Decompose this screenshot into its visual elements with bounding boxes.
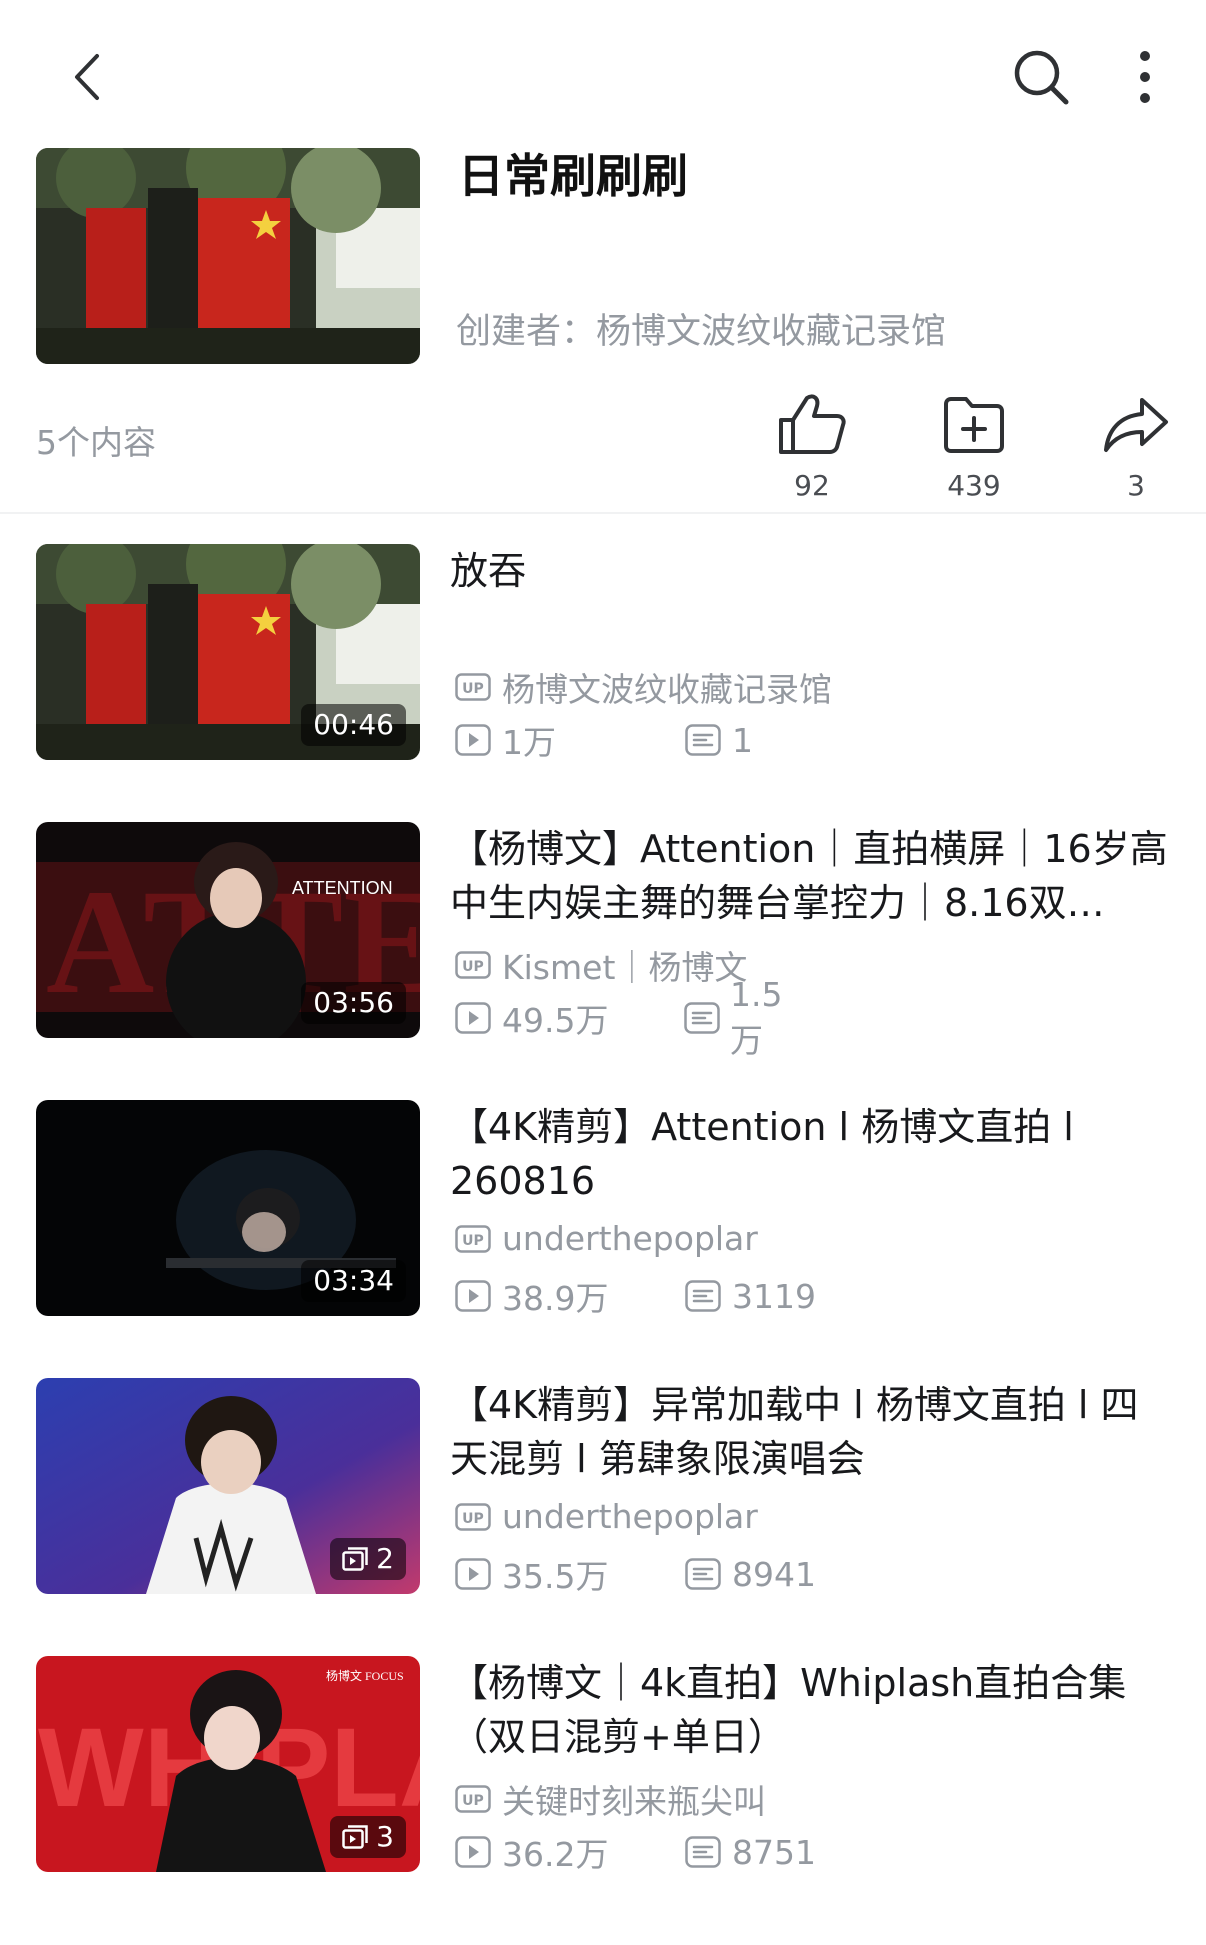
video-stats: 35.5万 8941 — [454, 1550, 816, 1598]
duration-badge: 03:34 — [301, 1260, 406, 1302]
danmaku-icon — [684, 1833, 722, 1871]
video-thumbnail[interactable]: ATTENTION ATTENTION 03:56 — [36, 822, 420, 1038]
danmaku-icon — [684, 999, 720, 1037]
add-to-folder-icon — [944, 397, 1004, 453]
uploader-name: 关键时刻来瓶尖叫 — [502, 1782, 766, 1821]
danmaku-count: 8751 — [732, 1832, 816, 1872]
video-stats: 38.9万 3119 — [454, 1272, 816, 1320]
video-title[interactable]: 【4K精剪】Attention l 杨博文直拍 l 260816 — [450, 1100, 1170, 1208]
video-thumbnail[interactable]: 03:34 — [36, 1100, 420, 1316]
divider — [0, 512, 1206, 514]
fav-count: 439 — [947, 469, 1001, 502]
video-title[interactable]: 【杨博文｜4k直拍】Whiplash直拍合集（双日混剪+单日） — [450, 1656, 1170, 1764]
danmaku-icon — [684, 1555, 722, 1593]
svg-text:UP: UP — [462, 959, 484, 975]
up-badge-icon: UP — [454, 668, 492, 706]
chevron-left-icon — [75, 54, 99, 100]
collection-cover[interactable] — [36, 148, 420, 364]
play-count-icon — [454, 1277, 492, 1315]
playlist-icon — [342, 1825, 368, 1849]
favorite-button[interactable]: 439 — [924, 385, 1024, 502]
play-count-icon — [454, 1555, 492, 1593]
uploader[interactable]: UP underthepoplar — [454, 1219, 758, 1258]
video-title[interactable]: 【杨博文】Attention｜直拍横屏｜16岁高中生内娱主舞的舞台掌控力｜8.1… — [450, 822, 1170, 930]
thumbnail-caption: 杨博文 FOCUS — [326, 1668, 404, 1683]
danmaku-count: 8941 — [732, 1554, 816, 1594]
uploader[interactable]: UP 关键时刻来瓶尖叫 — [454, 1775, 766, 1823]
cover-image — [36, 148, 420, 364]
video-stats: 36.2万 8751 — [454, 1828, 816, 1876]
thumbs-up-icon — [779, 394, 846, 454]
video-title[interactable]: 放吞 — [450, 544, 1170, 598]
list-item[interactable]: 2 【4K精剪】异常加载中 l 杨博文直拍 l 四天混剪 l 第肆象限演唱会 U… — [0, 1378, 1206, 1596]
list-item[interactable]: ATTENTION ATTENTION 03:56 【杨博文】Attention… — [0, 822, 1206, 1060]
list-item[interactable]: 03:34 【4K精剪】Attention l 杨博文直拍 l 260816 U… — [0, 1100, 1206, 1318]
up-badge-icon: UP — [454, 1780, 492, 1818]
up-badge-icon: UP — [454, 1220, 492, 1258]
uploader[interactable]: UP underthepoplar — [454, 1497, 758, 1536]
danmaku-count: 1.5万 — [730, 974, 783, 1060]
thumbnail-caption: ATTENTION — [292, 878, 393, 898]
video-thumbnail[interactable]: 00:46 — [36, 544, 420, 760]
search-button[interactable] — [1006, 44, 1076, 110]
more-vertical-icon — [1140, 51, 1150, 103]
share-button[interactable]: 3 — [1086, 385, 1186, 502]
uploader-name: underthepoplar — [502, 1219, 758, 1258]
content-count: 5个内容 — [36, 423, 156, 462]
uploader-name: 杨博文波纹收藏记录馆 — [502, 670, 832, 709]
danmaku-count: 3119 — [732, 1276, 816, 1316]
parts-badge: 2 — [330, 1538, 406, 1580]
search-icon — [1014, 50, 1069, 105]
video-stats: 1万 1 — [454, 716, 753, 764]
duration-badge: 00:46 — [301, 704, 406, 746]
uploader[interactable]: UP 杨博文波纹收藏记录馆 — [454, 663, 832, 711]
like-count: 92 — [794, 469, 830, 502]
video-title[interactable]: 【4K精剪】异常加载中 l 杨博文直拍 l 四天混剪 l 第肆象限演唱会 — [450, 1378, 1170, 1486]
video-thumbnail[interactable]: WHIPLASH 杨博文 FOCUS 3 — [36, 1656, 420, 1872]
svg-text:UP: UP — [462, 1233, 484, 1249]
parts-badge: 3 — [330, 1816, 406, 1858]
up-badge-icon: UP — [454, 1498, 492, 1536]
more-button[interactable] — [1120, 44, 1170, 110]
video-stats: 49.5万 1.5万 — [454, 975, 782, 1060]
playlist-icon — [342, 1547, 368, 1571]
collection-header: 日常刷刷刷 创建者：杨博文波纹收藏记录馆 — [0, 148, 1206, 370]
view-count: 38.9万 — [502, 1279, 609, 1318]
danmaku-icon — [684, 721, 722, 759]
back-button[interactable] — [58, 44, 114, 110]
uploader-name: underthepoplar — [502, 1497, 758, 1536]
top-bar — [0, 0, 1206, 150]
play-count-icon — [454, 1833, 492, 1871]
svg-text:UP: UP — [462, 1793, 484, 1809]
like-button[interactable]: 92 — [762, 385, 862, 502]
play-count-icon — [454, 721, 492, 759]
share-count: 3 — [1127, 469, 1145, 502]
danmaku-count: 1 — [732, 720, 753, 760]
collection-creator[interactable]: 创建者：杨博文波纹收藏记录馆 — [456, 310, 946, 354]
view-count: 35.5万 — [502, 1557, 609, 1596]
list-item[interactable]: WHIPLASH 杨博文 FOCUS 3 【杨博文｜4k直拍】Whiplash直… — [0, 1656, 1206, 1874]
up-badge-icon: UP — [454, 946, 492, 984]
share-arrow-icon — [1104, 398, 1168, 452]
danmaku-icon — [684, 1277, 722, 1315]
view-count: 49.5万 — [502, 1001, 609, 1040]
duration-badge: 03:56 — [301, 982, 406, 1024]
collection-title: 日常刷刷刷 — [458, 149, 688, 203]
view-count: 36.2万 — [502, 1835, 609, 1874]
video-thumbnail[interactable]: 2 — [36, 1378, 420, 1594]
svg-text:UP: UP — [462, 1511, 484, 1527]
view-count: 1万 — [502, 723, 556, 762]
svg-text:UP: UP — [462, 681, 484, 697]
play-count-icon — [454, 999, 492, 1037]
list-item[interactable]: 00:46 放吞 UP 杨博文波纹收藏记录馆 1万 1 — [0, 544, 1206, 762]
